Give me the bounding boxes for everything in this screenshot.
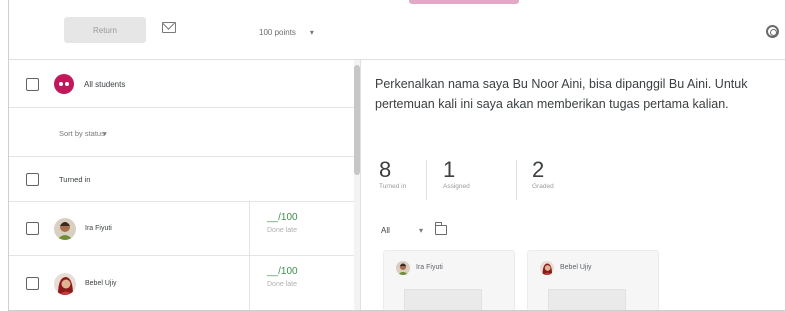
stat-divider [516,160,517,200]
return-button[interactable]: Return [64,17,146,43]
assignment-instructions: Perkenalkan nama saya Bu Noor Aini, bisa… [375,77,748,111]
stat-label: Graded [532,183,554,190]
points-dropdown[interactable]: 100 points ▾ [259,22,349,42]
avatar [540,261,554,275]
grade-cell[interactable]: __/100 Done late [249,202,354,256]
assignment-overview: Perkenalkan nama saya Bu Noor Aini, bisa… [361,60,785,310]
submission-status: Done late [267,281,297,288]
student-work-card[interactable]: Ira Fiyuti [383,250,515,310]
chevron-down-icon[interactable]: ▾ [419,226,423,235]
student-checkbox[interactable] [26,222,39,235]
table-row[interactable]: Ira Fiyuti __/100 Done late [9,202,354,256]
stat-turned-in[interactable]: 8 Turned in [379,157,407,191]
stat-label: Assigned [443,183,470,190]
stat-divider [426,160,427,200]
avatar [396,261,410,275]
sort-dropdown[interactable]: Sort by status [59,129,105,138]
avatar [54,273,76,295]
stat-label: Turned in [379,183,407,190]
toolbar: Return 100 points ▾ [9,0,785,60]
student-work-card[interactable]: Bebel Ujiy [527,250,659,310]
stat-assigned[interactable]: 1 Assigned [443,157,470,191]
grade-value[interactable]: __/100 [267,266,298,277]
grade-value[interactable]: __/100 [267,212,298,223]
gear-icon[interactable] [766,25,779,38]
folder-icon[interactable] [434,222,447,235]
turned-in-group-row[interactable]: Turned in [9,157,354,202]
sort-row: Sort by status ▾ [9,108,354,157]
avatar [54,218,76,240]
stat-graded[interactable]: 2 Graded [532,157,554,191]
chevron-down-icon[interactable]: ▾ [103,129,107,138]
student-checkbox[interactable] [26,277,39,290]
points-value: 100 points [259,27,296,37]
classroom-student-work-view: Return 100 points ▾ All students Sort by… [8,0,786,311]
filter-dropdown[interactable]: All [381,226,390,235]
class-icon [54,74,74,94]
student-name: Ira Fiyuti [85,225,112,232]
all-students-label: All students [84,80,126,89]
table-row[interactable]: Bebel Ujiy __/100 Done late [9,256,354,310]
grade-cell[interactable]: __/100 Done late [249,256,354,310]
stat-value: 1 [443,157,456,182]
turned-in-checkbox[interactable] [26,173,39,186]
all-students-row[interactable]: All students [9,60,354,108]
turned-in-label: Turned in [59,175,91,184]
submission-status: Done late [267,227,297,234]
attachment-thumbnail[interactable] [548,289,626,310]
card-student-name: Ira Fiyuti [416,264,443,271]
stat-value: 2 [532,157,545,182]
student-name: Bebel Ujiy [85,280,117,287]
card-student-name: Bebel Ujiy [560,264,592,271]
student-list: All students Sort by status ▾ Turned in … [9,60,354,310]
all-students-checkbox[interactable] [26,78,39,91]
mail-icon[interactable] [162,22,176,33]
stat-value: 8 [379,157,392,182]
attachment-thumbnail[interactable] [404,289,482,310]
chevron-down-icon: ▾ [309,27,314,37]
